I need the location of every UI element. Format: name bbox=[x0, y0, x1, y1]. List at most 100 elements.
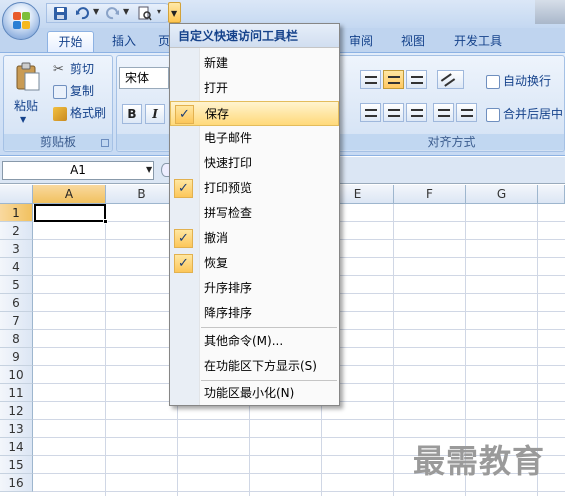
tab-developer[interactable]: 开发工具 bbox=[446, 31, 510, 52]
wrap-text-button[interactable]: 自动换行 bbox=[486, 72, 551, 89]
decrease-indent-button[interactable] bbox=[433, 103, 454, 122]
row-header[interactable]: 9 bbox=[0, 348, 33, 366]
select-all-corner[interactable] bbox=[0, 185, 33, 204]
menu-item-new[interactable]: 新建 bbox=[170, 51, 339, 76]
row-header[interactable]: 2 bbox=[0, 222, 33, 240]
decrease-indent-icon bbox=[438, 109, 450, 117]
menu-item-print-preview[interactable]: ✓ 打印预览 bbox=[170, 176, 339, 201]
menu-item-label: 撤消 bbox=[204, 231, 229, 245]
cut-label: 剪切 bbox=[70, 62, 95, 76]
menu-item-label: 在功能区下方显示(S) bbox=[204, 359, 317, 373]
italic-button[interactable]: I bbox=[145, 104, 165, 124]
cut-button[interactable]: ✂ 剪切 bbox=[53, 60, 94, 77]
quick-access-toolbar: ▼ ▼ ▾ bbox=[46, 3, 174, 23]
align-left-icon bbox=[365, 109, 377, 117]
window-controls[interactable] bbox=[535, 0, 565, 24]
office-button[interactable] bbox=[2, 2, 40, 40]
paste-dropdown-icon[interactable]: ▼ bbox=[20, 115, 26, 124]
row-header[interactable]: 10 bbox=[0, 366, 33, 384]
menu-item-save[interactable]: ✓ 保存 bbox=[170, 101, 339, 126]
merge-center-button[interactable]: 合并后居中 bbox=[486, 105, 563, 122]
tab-view[interactable]: 视图 bbox=[394, 31, 432, 52]
row-header[interactable]: 4 bbox=[0, 258, 33, 276]
save-icon[interactable] bbox=[53, 6, 69, 21]
font-name-select[interactable]: 宋体 bbox=[119, 67, 169, 89]
undo-icon[interactable] bbox=[75, 6, 91, 21]
row-header[interactable]: 12 bbox=[0, 402, 33, 420]
qat-more-icon[interactable]: ▾ bbox=[157, 7, 161, 16]
tab-review[interactable]: 审阅 bbox=[341, 31, 381, 52]
alignment-group-label: 对齐方式 bbox=[339, 134, 564, 150]
menu-item-label: 其他命令(M)... bbox=[204, 334, 284, 348]
row-header[interactable]: 16 bbox=[0, 474, 33, 492]
column-header[interactable]: F bbox=[394, 185, 466, 204]
wrap-text-icon bbox=[486, 74, 500, 89]
align-left-button[interactable] bbox=[360, 103, 381, 122]
paste-label[interactable]: 粘贴 bbox=[14, 97, 38, 114]
increase-indent-icon bbox=[461, 109, 473, 117]
scissors-icon: ✂ bbox=[53, 61, 64, 77]
grid-line bbox=[33, 491, 565, 492]
format-painter-icon bbox=[53, 106, 67, 121]
format-painter-button[interactable]: 格式刷 bbox=[53, 104, 106, 121]
clipboard-group-label: 剪贴板 bbox=[4, 134, 112, 150]
name-box-dropdown-icon[interactable]: ▼ bbox=[146, 165, 152, 174]
column-header[interactable]: A bbox=[33, 185, 106, 204]
menu-item-undo[interactable]: ✓ 撤消 bbox=[170, 226, 339, 251]
orientation-button[interactable] bbox=[437, 70, 464, 89]
menu-item-sort-ascending[interactable]: 升序排序 bbox=[170, 276, 339, 301]
customize-qat-menu: 自定义快速访问工具栏 新建 打开 ✓ 保存 电子邮件 快速打印 ✓ 打印预览 拼写检… bbox=[169, 23, 340, 406]
menu-item-sort-descending[interactable]: 降序排序 bbox=[170, 301, 339, 326]
row-header[interactable]: 14 bbox=[0, 438, 33, 456]
align-center-icon bbox=[388, 109, 400, 117]
column-header[interactable]: G bbox=[466, 185, 538, 204]
row-header[interactable]: 15 bbox=[0, 456, 33, 474]
align-middle-button[interactable] bbox=[383, 70, 404, 89]
column-header-partial[interactable] bbox=[538, 185, 565, 204]
office-logo-icon bbox=[13, 12, 31, 30]
customize-qat-button[interactable]: ▼ bbox=[168, 2, 181, 23]
name-box[interactable]: A1 bbox=[2, 161, 154, 180]
print-preview-icon[interactable] bbox=[137, 6, 153, 21]
active-cell[interactable] bbox=[34, 204, 106, 222]
grid-line bbox=[33, 419, 565, 420]
align-right-button[interactable] bbox=[406, 103, 427, 122]
format-painter-label: 格式刷 bbox=[70, 106, 107, 120]
menu-item-open[interactable]: 打开 bbox=[170, 76, 339, 101]
paste-button[interactable] bbox=[12, 62, 44, 95]
tab-insert[interactable]: 插入 bbox=[103, 31, 145, 52]
row-header[interactable]: 5 bbox=[0, 276, 33, 294]
menu-item-label: 打开 bbox=[204, 81, 229, 95]
chevron-down-icon: ▼ bbox=[171, 9, 178, 18]
fill-handle[interactable] bbox=[103, 219, 108, 224]
align-bottom-button[interactable] bbox=[406, 70, 427, 89]
copy-button[interactable]: 复制 bbox=[53, 82, 94, 99]
clipboard-launcher-icon[interactable] bbox=[101, 139, 109, 147]
bold-button[interactable]: B bbox=[122, 104, 142, 124]
menu-item-minimize-ribbon[interactable]: 功能区最小化(N) bbox=[170, 381, 339, 406]
row-header[interactable]: 6 bbox=[0, 294, 33, 312]
row-header[interactable]: 3 bbox=[0, 240, 33, 258]
menu-item-quick-print[interactable]: 快速打印 bbox=[170, 151, 339, 176]
menu-item-email[interactable]: 电子邮件 bbox=[170, 126, 339, 151]
column-header[interactable]: B bbox=[106, 185, 178, 204]
menu-item-redo[interactable]: ✓ 恢复 bbox=[170, 251, 339, 276]
tab-home[interactable]: 开始 bbox=[47, 31, 94, 52]
redo-dropdown-icon[interactable]: ▼ bbox=[123, 7, 129, 16]
undo-dropdown-icon[interactable]: ▼ bbox=[93, 7, 99, 16]
menu-item-label: 保存 bbox=[205, 107, 230, 121]
align-top-button[interactable] bbox=[360, 70, 381, 89]
increase-indent-button[interactable] bbox=[456, 103, 477, 122]
row-header[interactable]: 11 bbox=[0, 384, 33, 402]
menu-item-spelling[interactable]: 拼写检查 bbox=[170, 201, 339, 226]
row-header[interactable]: 13 bbox=[0, 420, 33, 438]
row-header[interactable]: 7 bbox=[0, 312, 33, 330]
align-bottom-icon bbox=[411, 76, 423, 84]
row-header[interactable]: 8 bbox=[0, 330, 33, 348]
align-center-button[interactable] bbox=[383, 103, 404, 122]
copy-label: 复制 bbox=[70, 84, 95, 98]
redo-icon[interactable] bbox=[105, 6, 121, 21]
menu-item-more-commands[interactable]: 其他命令(M)... bbox=[170, 329, 339, 354]
menu-item-show-below-ribbon[interactable]: 在功能区下方显示(S) bbox=[170, 354, 339, 379]
row-header[interactable]: 1 bbox=[0, 204, 33, 222]
